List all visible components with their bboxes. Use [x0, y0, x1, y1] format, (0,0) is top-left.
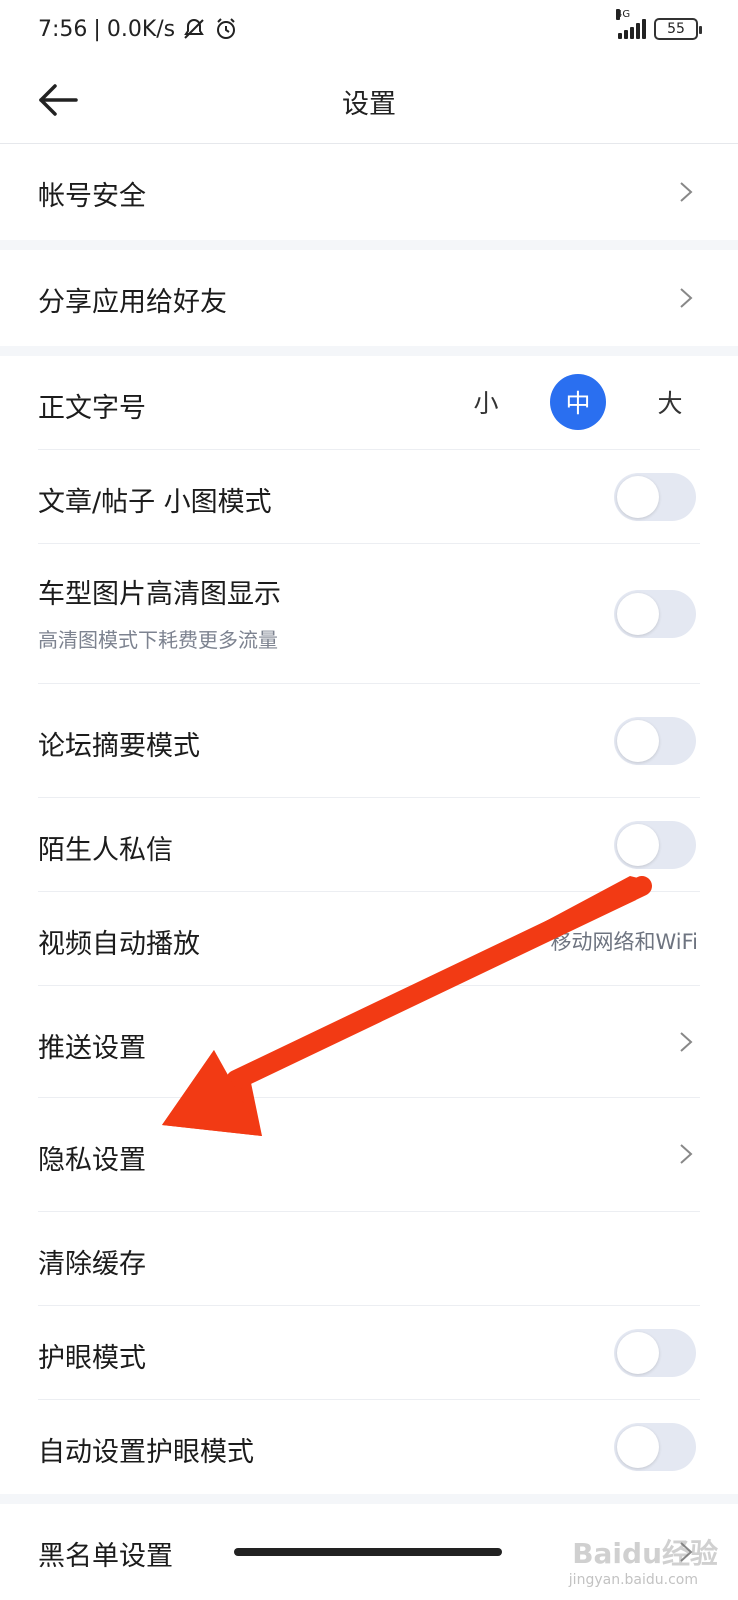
row-sublabel: 高清图模式下耗费更多流量 [38, 628, 278, 652]
settings-row-auto-eye-mode: 自动设置护眼模式 [0, 1400, 738, 1494]
settings-row-push[interactable]: 推送设置 [0, 986, 738, 1098]
chevron-right-icon [680, 182, 693, 202]
row-label: 护眼模式 [38, 1343, 146, 1374]
settings-row-clear-cache[interactable]: 清除缓存 [0, 1212, 738, 1306]
app-bar: 设置 [0, 62, 738, 144]
home-indicator[interactable] [234, 1548, 502, 1556]
font-size-selector: 小 中 大 [422, 374, 698, 430]
row-label: 车型图片高清图显示 [38, 579, 281, 610]
settings-row-eye-mode: 护眼模式 [0, 1306, 738, 1400]
battery-level: 55 [667, 21, 685, 37]
settings-row-small-image-mode: 文章/帖子 小图模式 [0, 450, 738, 544]
chevron-right-icon [680, 288, 693, 308]
row-label: 陌生人私信 [38, 835, 173, 866]
status-bar: 7:56 | 0.0K/s 4G 55 [0, 0, 738, 62]
mute-icon [184, 18, 204, 39]
forum-summary-toggle[interactable] [614, 717, 696, 765]
row-label: 黑名单设置 [38, 1541, 173, 1572]
font-size-large[interactable]: 大 [642, 374, 698, 430]
watermark-url: jingyan.baidu.com [568, 1572, 698, 1588]
chevron-right-icon [680, 1144, 693, 1164]
settings-row-stranger-message: 陌生人私信 [0, 798, 738, 892]
section-gap [0, 346, 738, 356]
row-label: 论坛摘要模式 [38, 731, 200, 762]
row-label: 隐私设置 [38, 1145, 146, 1176]
settings-row-privacy[interactable]: 隐私设置 [0, 1098, 738, 1212]
eye-mode-toggle[interactable] [614, 1329, 696, 1377]
section-gap [0, 240, 738, 250]
row-label: 文章/帖子 小图模式 [38, 487, 272, 518]
battery-icon: 55 [654, 18, 702, 40]
settings-row-video-autoplay[interactable]: 视频自动播放 移动网络和WiFi [0, 892, 738, 986]
settings-list: 帐号安全 分享应用给好友 正文字号 小 中 大 文章/帖子 小图模式 车型图片高… [0, 144, 738, 1584]
row-label: 正文字号 [38, 393, 146, 424]
settings-row-share-app[interactable]: 分享应用给好友 [0, 250, 738, 346]
row-label: 自动设置护眼模式 [38, 1437, 254, 1468]
row-label: 帐号安全 [38, 181, 146, 212]
row-label: 推送设置 [38, 1033, 146, 1064]
chevron-right-icon [680, 1032, 693, 1052]
settings-row-font-size: 正文字号 小 中 大 [0, 356, 738, 450]
alarm-icon [217, 18, 236, 39]
network-type: 4G [616, 9, 631, 20]
small-image-toggle[interactable] [614, 473, 696, 521]
stranger-message-toggle[interactable] [614, 821, 696, 869]
watermark-logo: Baidu经验 [572, 1537, 718, 1570]
settings-row-account-security[interactable]: 帐号安全 [0, 144, 738, 240]
settings-row-hd-image: 车型图片高清图显示 高清图模式下耗费更多流量 [0, 544, 738, 684]
hd-image-toggle[interactable] [614, 590, 696, 638]
video-autoplay-value: 移动网络和WiFi [550, 930, 698, 954]
auto-eye-mode-toggle[interactable] [614, 1423, 696, 1471]
row-label: 清除缓存 [38, 1249, 146, 1280]
section-gap [0, 1494, 738, 1504]
status-time: 7:56 [38, 16, 88, 42]
row-label: 分享应用给好友 [38, 287, 227, 318]
page-title: 设置 [342, 89, 396, 120]
row-label: 视频自动播放 [38, 929, 200, 960]
settings-row-forum-summary: 论坛摘要模式 [0, 684, 738, 798]
signal-icon: 4G [616, 9, 646, 39]
status-speed: 0.0K/s [106, 16, 176, 42]
font-size-medium[interactable]: 中 [550, 374, 606, 430]
font-size-small[interactable]: 小 [458, 374, 514, 430]
